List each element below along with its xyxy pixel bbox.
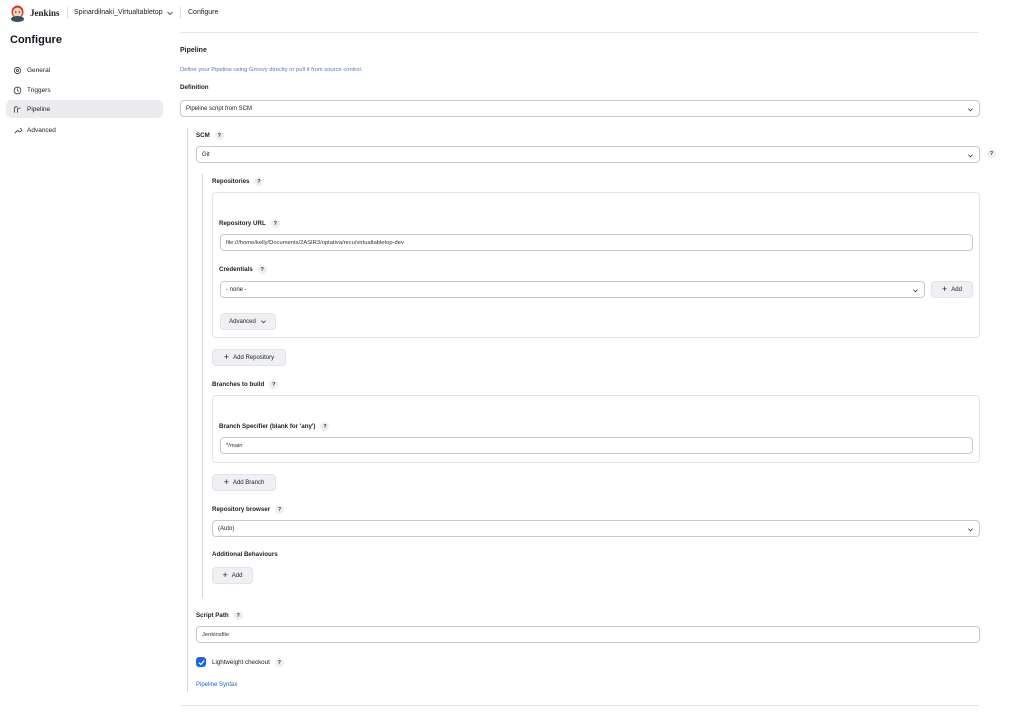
help-icon[interactable]: ? — [257, 265, 267, 274]
scm-label: SCM? — [196, 131, 224, 140]
advanced-button[interactable]: Advanced — [220, 313, 276, 330]
plus-icon: + — [222, 570, 228, 580]
add-branch-button[interactable]: + Add Branch — [212, 474, 276, 491]
branch-specifier-input[interactable]: */main — [220, 437, 973, 454]
section-description: Define your Pipeline using Groovy direct… — [180, 67, 363, 73]
definition-value: Pipeline script from SCM — [186, 105, 253, 112]
repository-url-input[interactable]: file:///home/kelly/Documents/2ASIR3/opta… — [220, 234, 973, 251]
plus-icon: + — [942, 284, 948, 294]
gear-icon — [14, 66, 21, 74]
sidebar-item-label: Pipeline — [27, 105, 51, 113]
help-icon[interactable]: ? — [987, 149, 996, 158]
script-path-input[interactable]: Jenkinsfile — [196, 626, 980, 643]
add-behaviour-button[interactable]: + Add — [212, 567, 253, 584]
help-icon[interactable]: ? — [320, 422, 330, 431]
button-label: Add — [231, 572, 243, 579]
help-icon[interactable]: ? — [233, 611, 243, 620]
repository-browser-value: (Auto) — [218, 525, 235, 532]
repository-browser-select[interactable]: (Auto) — [212, 520, 980, 537]
sidebar-item-general[interactable]: General — [6, 61, 163, 79]
help-icon[interactable]: ? — [270, 219, 280, 228]
plus-icon: + — [223, 352, 230, 362]
chevron-down-icon — [968, 528, 973, 532]
brand-name[interactable]: Jenkins — [30, 8, 60, 18]
sidebar-item-triggers[interactable]: Triggers — [6, 81, 163, 99]
repository-url-label: Repository URL? — [219, 219, 280, 228]
button-label: Advanced — [229, 318, 256, 325]
chevron-down-icon — [260, 320, 266, 324]
chevron-down-icon — [968, 154, 973, 158]
repository-browser-label: Repository browser? — [212, 505, 285, 514]
help-icon[interactable]: ? — [275, 505, 285, 514]
help-icon[interactable]: ? — [254, 177, 264, 186]
header-separator — [180, 7, 181, 19]
section-divider — [180, 32, 979, 33]
repositories-label: Repositories? — [212, 177, 264, 186]
clock-icon — [13, 86, 22, 94]
chevron-down-icon — [913, 289, 918, 293]
help-icon[interactable]: ? — [274, 658, 284, 667]
sidebar-item-label: Triggers — [27, 86, 51, 94]
repository-panel — [212, 192, 980, 338]
additional-behaviours-label: Additional Behaviours — [212, 551, 278, 558]
button-label: Add Branch — [232, 479, 265, 486]
plus-icon: + — [223, 477, 229, 487]
button-label: Add — [951, 286, 962, 293]
breadcrumb-configure[interactable]: Configure — [188, 9, 218, 16]
chevron-down-icon — [968, 108, 973, 112]
scm-select[interactable]: Git — [196, 146, 980, 163]
pipeline-icon — [13, 105, 21, 113]
nesting-line — [187, 128, 188, 692]
branch-specifier-label: Branch Specifier (blank for 'any')? — [219, 422, 330, 431]
button-label: Add Repository — [233, 354, 275, 361]
breadcrumb-job[interactable]: Spinardilnaki_Virtualtabletop — [74, 9, 163, 16]
credentials-label: Credentials? — [219, 265, 267, 274]
section-title: Pipeline — [180, 47, 207, 54]
sidebar-item-advanced[interactable]: Advanced — [6, 121, 163, 139]
jenkins-logo[interactable] — [10, 5, 25, 22]
definition-select[interactable]: Pipeline script from SCM — [180, 100, 980, 117]
lightweight-checkout-label[interactable]: Lightweight checkout? — [212, 658, 284, 667]
header-separator — [67, 7, 68, 19]
sidebar-item-label: General — [27, 66, 51, 74]
definition-label: Definition — [180, 84, 209, 91]
section-divider — [180, 705, 979, 706]
branches-label: Branches to build? — [212, 380, 279, 389]
credentials-value: - none - — [226, 286, 247, 293]
checkmark-icon — [197, 659, 205, 665]
nesting-line — [202, 174, 203, 598]
help-icon[interactable]: ? — [269, 380, 279, 389]
add-repository-button[interactable]: + Add Repository — [212, 349, 286, 366]
wrench-icon — [14, 127, 22, 133]
credentials-select[interactable]: - none - — [220, 281, 925, 298]
pipeline-syntax-link[interactable]: Pipeline Syntax — [196, 682, 237, 688]
sidebar-item-pipeline[interactable]: Pipeline — [6, 100, 163, 118]
help-icon[interactable]: ? — [214, 131, 224, 140]
add-credentials-button[interactable]: + Add — [931, 281, 973, 298]
scm-value: Git — [202, 151, 210, 158]
page-title: Configure — [10, 34, 62, 46]
script-path-label: Script Path? — [196, 611, 243, 620]
lightweight-checkout-checkbox[interactable] — [196, 657, 206, 667]
chevron-down-icon[interactable] — [166, 9, 174, 17]
sidebar-item-label: Advanced — [27, 126, 56, 134]
